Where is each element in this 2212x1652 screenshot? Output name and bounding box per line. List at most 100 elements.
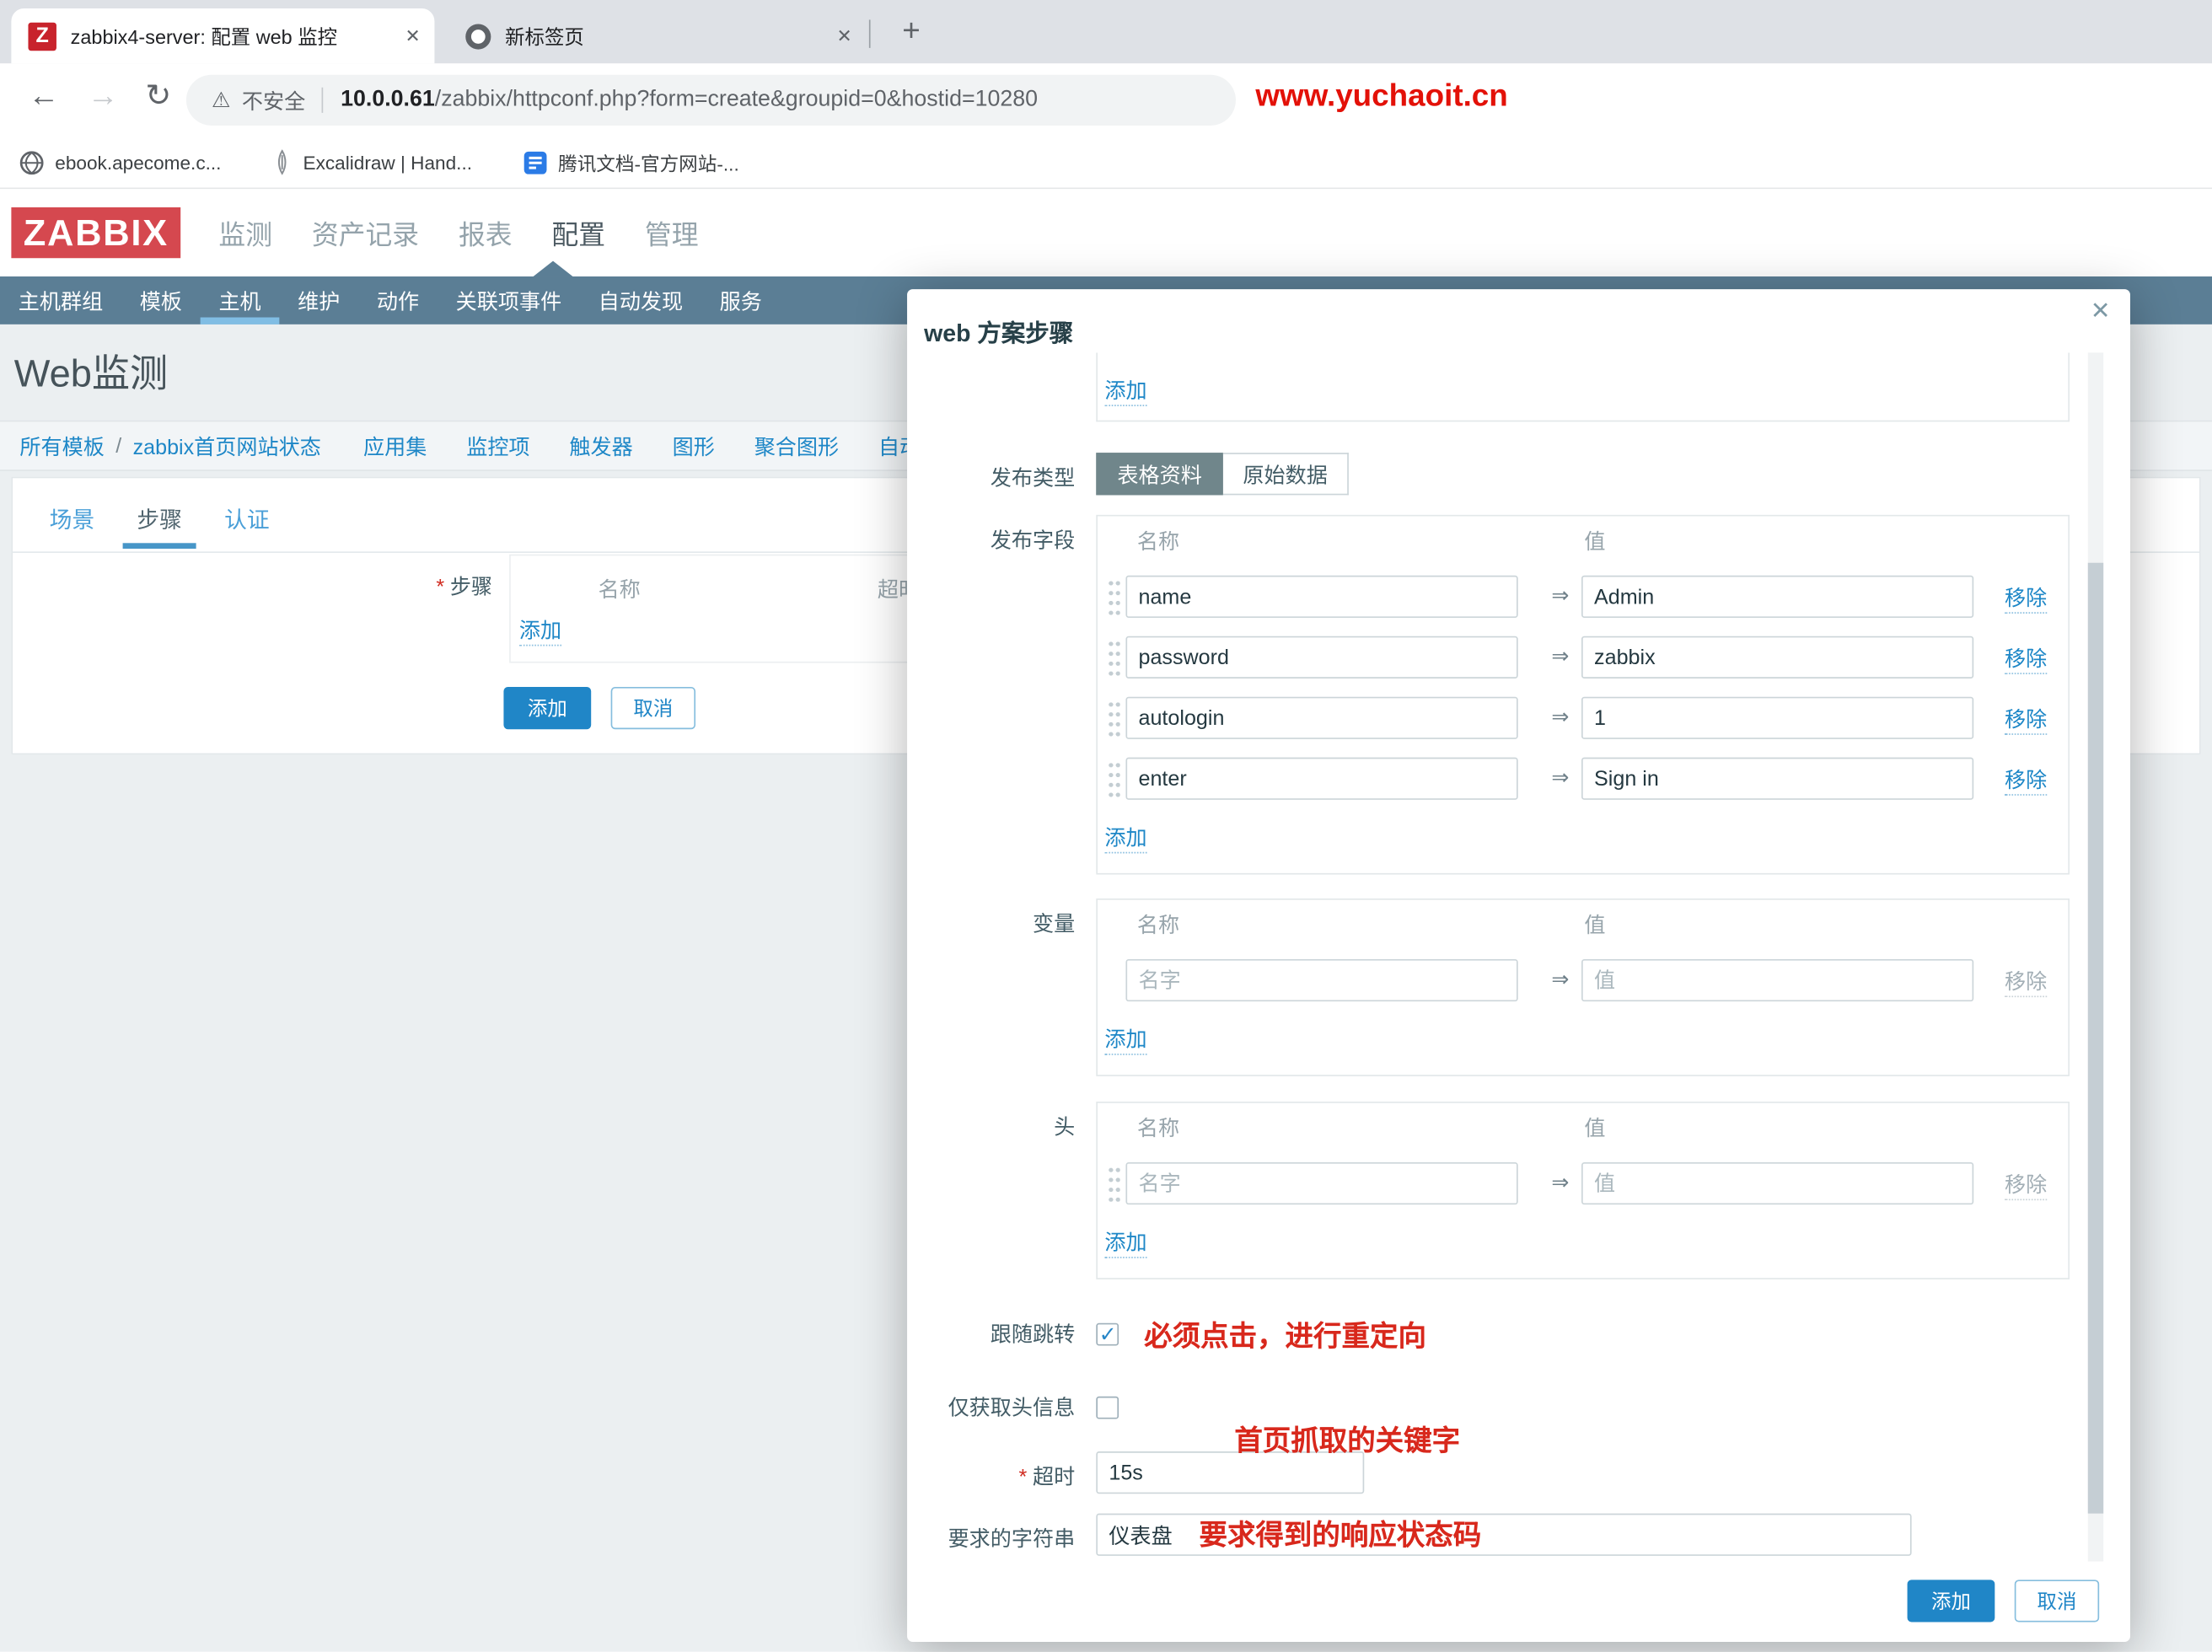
bookmark-item[interactable]: 腾讯文档-官方网站-...	[523, 148, 738, 176]
tab-close-icon[interactable]: ✕	[837, 24, 852, 47]
modal-close-icon[interactable]: ✕	[2091, 298, 2111, 325]
tab-divider	[869, 19, 871, 47]
excalidraw-pen-icon	[272, 149, 292, 174]
steps-add-link[interactable]: 添加	[519, 615, 561, 646]
nav-inventory[interactable]: 资产记录	[312, 214, 419, 252]
remove-link[interactable]: 移除	[2005, 582, 2047, 614]
nav-reports[interactable]: 报表	[459, 214, 513, 252]
url-host: 10.0.0.61	[341, 88, 435, 111]
bookmark-item[interactable]: Excalidraw | Hand...	[272, 149, 472, 174]
subnav-hosts[interactable]: 主机	[201, 276, 280, 324]
subnav-templates[interactable]: 模板	[121, 276, 201, 324]
scenario-cancel-button[interactable]: 取消	[611, 687, 695, 729]
col-name: 名称	[1137, 1113, 1179, 1142]
zabbix-logo[interactable]: ZABBIX	[11, 207, 180, 258]
field-name-input[interactable]	[1125, 576, 1517, 618]
drag-handle-icon[interactable]	[1108, 578, 1120, 615]
bookmarks-bar: ebook.apecome.c... Excalidraw | Hand... …	[0, 137, 2212, 189]
main-nav: 监测 资产记录 报表 配置 管理	[218, 189, 698, 276]
tab-authentication[interactable]: 认证	[218, 490, 275, 549]
menu-screens[interactable]: 聚合图形	[754, 431, 839, 460]
drag-handle-icon[interactable]	[1108, 760, 1120, 797]
subnav-maintenance[interactable]: 维护	[279, 276, 358, 324]
breadcrumb-all-templates[interactable]: 所有模板	[19, 431, 104, 460]
nav-monitoring[interactable]: 监测	[218, 214, 272, 252]
menu-triggers[interactable]: 触发器	[569, 431, 632, 460]
field-name-input[interactable]	[1125, 697, 1517, 739]
menu-applications[interactable]: 应用集	[363, 431, 427, 460]
post-type-raw-data[interactable]: 原始数据	[1223, 453, 1349, 495]
zabbix-favicon-icon: Z	[28, 22, 56, 50]
tab-steps[interactable]: 步骤	[132, 490, 188, 549]
remove-link[interactable]: 移除	[2005, 704, 2047, 735]
drag-handle-icon[interactable]	[1108, 700, 1120, 737]
tab-title: 新标签页	[505, 22, 823, 50]
remove-link[interactable]: 移除	[2005, 764, 2047, 796]
field-value-input[interactable]	[1581, 576, 1973, 618]
drag-handle-icon[interactable]	[1108, 639, 1120, 676]
variables-label: 变量	[907, 898, 1075, 1076]
tencent-docs-icon	[523, 150, 546, 174]
variable-name-input[interactable]	[1125, 959, 1517, 1001]
modal-add-button[interactable]: 添加	[1908, 1580, 1995, 1622]
address-bar[interactable]: ⚠ 不安全 10.0.0.61/zabbix/httpconf.php?form…	[186, 75, 1236, 126]
tab-newtab[interactable]: 新标签页 ✕	[448, 8, 866, 63]
post-field-row: ⇒ 移除	[1098, 758, 2068, 800]
new-tab-button[interactable]: +	[892, 11, 932, 51]
tab-scenario[interactable]: 场景	[44, 490, 100, 549]
bookmark-label: ebook.apecome.c...	[55, 152, 221, 173]
subnav-hostgroups[interactable]: 主机群组	[0, 276, 121, 324]
subnav-event-correlation[interactable]: 关联项事件	[438, 276, 580, 324]
field-name-input[interactable]	[1125, 758, 1517, 800]
subnav-services[interactable]: 服务	[701, 276, 781, 324]
reload-icon[interactable]: ↻	[145, 78, 171, 115]
scenario-add-button[interactable]: 添加	[503, 687, 591, 729]
back-icon[interactable]: ←	[28, 78, 59, 115]
field-value-input[interactable]	[1581, 636, 1973, 678]
not-secure-label[interactable]: 不安全	[242, 85, 305, 115]
tab-zabbix[interactable]: Z zabbix4-server: 配置 web 监控 ✕	[11, 8, 434, 63]
post-fields-add-link[interactable]: 添加	[1104, 823, 1146, 854]
bookmark-label: 腾讯文档-官方网站-...	[558, 148, 739, 176]
tab-close-icon[interactable]: ✕	[405, 24, 420, 47]
remove-link-disabled: 移除	[2005, 1169, 2047, 1200]
post-type-form-data[interactable]: 表格资料	[1096, 453, 1223, 495]
chrome-favicon-icon	[465, 24, 491, 49]
field-value-input[interactable]	[1581, 758, 1973, 800]
breadcrumb-template[interactable]: zabbix首页网站状态	[133, 431, 321, 460]
watermark-url-annotation: www.yuchaoit.cn	[1255, 78, 1507, 115]
header-value-input[interactable]	[1581, 1162, 1973, 1204]
headers-add-link[interactable]: 添加	[1104, 1227, 1146, 1258]
post-field-row: ⇒ 移除	[1098, 576, 2068, 618]
steps-col-name: 名称	[599, 574, 641, 603]
browser-toolbar: ← → ↻ ⚠ 不安全 10.0.0.61/zabbix/httpconf.ph…	[0, 63, 2212, 137]
header-name-input[interactable]	[1125, 1162, 1517, 1204]
remove-link[interactable]: 移除	[2005, 643, 2047, 674]
nav-configuration[interactable]: 配置	[551, 214, 605, 252]
arrow-icon: ⇒	[1539, 704, 1581, 729]
bookmark-item[interactable]: ebook.apecome.c...	[19, 150, 221, 174]
top-add-link[interactable]: 添加	[1104, 375, 1146, 406]
field-name-input[interactable]	[1125, 636, 1517, 678]
modal-scrollbar-track[interactable]	[2088, 352, 2103, 1561]
nav-administration[interactable]: 管理	[645, 214, 699, 252]
status-code-annotation: 要求得到的响应状态码	[1199, 1512, 1481, 1553]
modal-scrollbar-thumb[interactable]	[2088, 563, 2103, 1514]
required-asterisk: *	[1019, 1466, 1028, 1489]
variable-value-input[interactable]	[1581, 959, 1973, 1001]
retrieve-headers-checkbox[interactable]	[1096, 1396, 1119, 1419]
follow-redirects-checkbox[interactable]	[1096, 1322, 1119, 1345]
subnav-discovery[interactable]: 自动发现	[580, 276, 701, 324]
menu-graphs[interactable]: 图形	[673, 431, 715, 460]
web-step-modal: web 方案步骤 ✕ 添加 发布类型 表格资料 原始数据 发布字段	[907, 289, 2130, 1642]
variables-add-link[interactable]: 添加	[1104, 1024, 1146, 1055]
menu-items[interactable]: 监控项	[466, 431, 529, 460]
arrow-icon: ⇒	[1539, 764, 1581, 790]
arrow-icon: ⇒	[1539, 966, 1581, 991]
modal-cancel-button[interactable]: 取消	[2015, 1580, 2099, 1622]
field-value-input[interactable]	[1581, 697, 1973, 739]
modal-title: web 方案步骤	[924, 314, 1073, 349]
col-value: 值	[1584, 1113, 1605, 1142]
subnav-actions[interactable]: 动作	[358, 276, 438, 324]
drag-handle-icon[interactable]	[1108, 1165, 1120, 1202]
